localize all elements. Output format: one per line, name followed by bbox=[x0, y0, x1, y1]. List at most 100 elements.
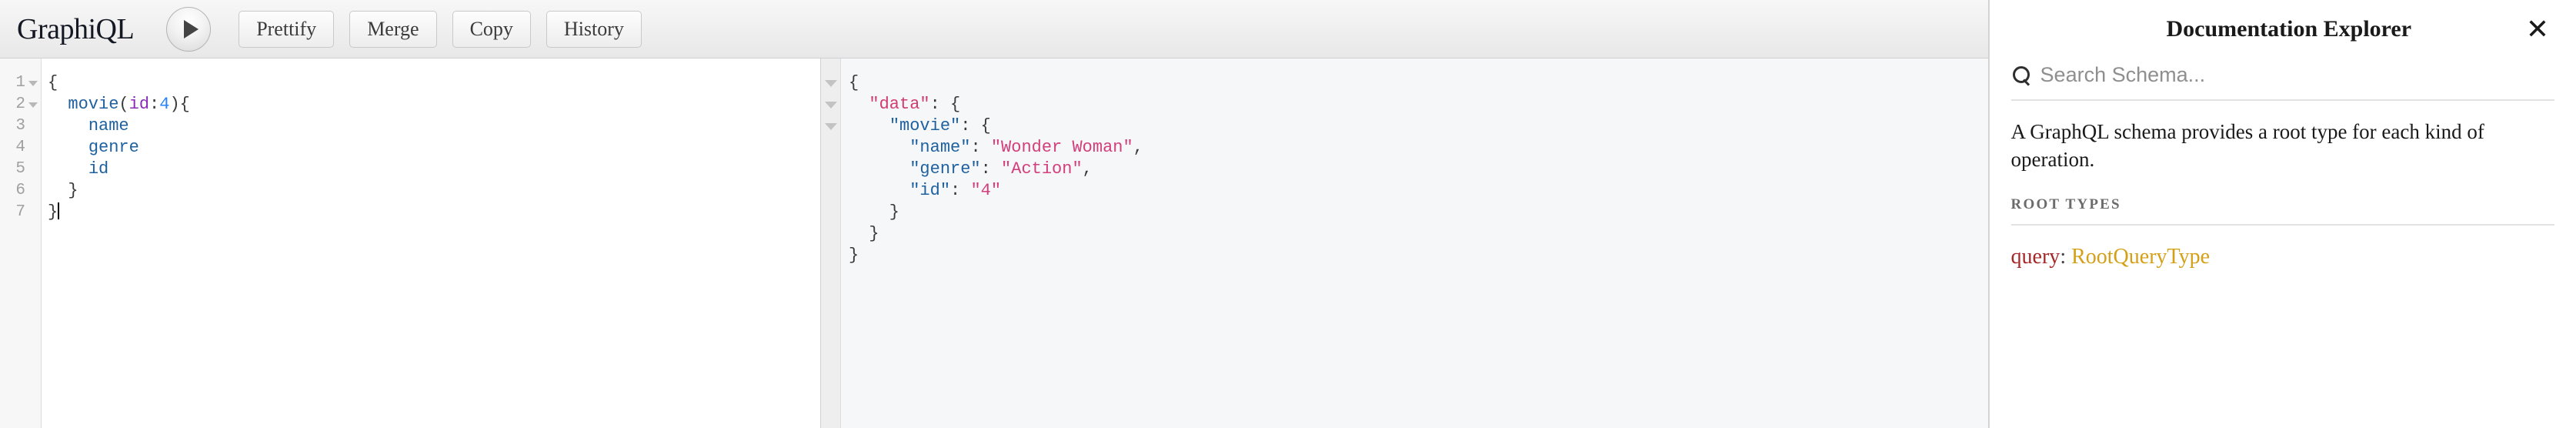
code-token: ) bbox=[169, 95, 180, 114]
result-token: "movie" bbox=[889, 116, 961, 135]
result-token: : bbox=[970, 138, 991, 157]
toolbar-button-group: Prettify Merge Copy History bbox=[239, 10, 657, 48]
execute-query-button[interactable] bbox=[166, 6, 212, 52]
result-token: } bbox=[849, 202, 900, 222]
schema-search-input[interactable]: Search Schema... bbox=[2010, 59, 2554, 101]
result-token: "Action" bbox=[1001, 159, 1083, 179]
code-token: } bbox=[48, 202, 58, 222]
schema-search-placeholder: Search Schema... bbox=[2040, 63, 2206, 86]
line-number: 2 bbox=[0, 94, 41, 115]
query-line-numbers: 12 3 4 5 6 7 bbox=[0, 59, 42, 428]
graphiql-main: GraphiQL Prettify Merge Copy History 12 3 4 5 6… bbox=[0, 0, 1989, 428]
result-fold-gutter[interactable] bbox=[821, 59, 841, 428]
fold-caret-icon[interactable] bbox=[824, 122, 837, 130]
result-token: { bbox=[849, 73, 859, 92]
result-fold-row bbox=[821, 115, 840, 137]
copy-button[interactable]: Copy bbox=[452, 10, 531, 48]
history-button[interactable]: History bbox=[546, 10, 642, 48]
result-token: : { bbox=[929, 95, 961, 114]
result-token: "name" bbox=[909, 138, 971, 157]
result-viewer-code: { "data": { "movie": { "name": "Wonder W… bbox=[841, 59, 1988, 428]
code-line: movie(id:4){ bbox=[48, 94, 820, 115]
result-fold-row bbox=[821, 202, 840, 223]
fold-caret-icon[interactable] bbox=[824, 101, 837, 109]
editors-area: 1234567 { movie(id:4){ name genre id }} … bbox=[0, 59, 1988, 428]
root-type-separator: : bbox=[2060, 245, 2072, 269]
graphiql-window: GraphiQL Prettify Merge Copy History 12 3 4 5 6… bbox=[0, 0, 2576, 428]
result-token: } bbox=[849, 246, 859, 265]
result-viewer-pane[interactable]: { "data": { "movie": { "name": "Wonder W… bbox=[821, 59, 1988, 428]
result-token: , bbox=[1082, 159, 1093, 179]
search-icon bbox=[2011, 65, 2031, 85]
line-number: 1 bbox=[0, 72, 41, 94]
graphiql-logo: GraphiQL bbox=[17, 12, 135, 45]
result-line: } bbox=[849, 245, 1988, 266]
result-line: "name": "Wonder Woman", bbox=[849, 137, 1988, 159]
query-editor-pane[interactable]: 12 3 4 5 6 7 { movie(id:4){ name genre id }} bbox=[0, 59, 821, 428]
result-line: "genre": "Action", bbox=[849, 159, 1988, 180]
close-icon[interactable]: ✕ bbox=[2521, 12, 2554, 46]
code-line: id bbox=[48, 159, 820, 180]
code-line: } bbox=[48, 180, 820, 202]
code-token: name bbox=[88, 116, 129, 135]
toolbar: GraphiQL Prettify Merge Copy History bbox=[0, 0, 1988, 59]
result-token: : bbox=[950, 181, 971, 200]
root-type-name[interactable]: RootQueryType bbox=[2071, 245, 2210, 269]
result-token: : bbox=[980, 159, 1002, 179]
root-type-entry[interactable]: query: RootQueryType bbox=[2011, 244, 2554, 270]
line-number: 6 bbox=[15, 182, 25, 199]
result-line: } bbox=[849, 202, 1988, 223]
result-fold-row bbox=[821, 180, 840, 202]
code-token: 4 bbox=[159, 95, 170, 114]
fold-caret-icon[interactable] bbox=[28, 102, 38, 108]
result-token bbox=[849, 159, 909, 179]
doc-explorer-title: Documentation Explorer bbox=[2166, 16, 2412, 42]
code-token: movie bbox=[68, 95, 119, 114]
text-cursor bbox=[58, 202, 60, 219]
code-token: } bbox=[48, 181, 78, 200]
result-token: "Wonder Woman" bbox=[990, 138, 1133, 157]
line-number: 7 bbox=[15, 203, 25, 221]
result-token bbox=[849, 138, 909, 157]
line-number: 5 bbox=[15, 160, 25, 178]
result-line: "movie": { bbox=[849, 115, 1988, 137]
fold-caret-icon[interactable] bbox=[824, 79, 837, 87]
result-fold-row bbox=[821, 72, 840, 94]
doc-explorer-body: Search Schema... A GraphQL schema provid… bbox=[1990, 59, 2576, 428]
fold-caret-icon[interactable] bbox=[28, 80, 38, 86]
code-token: : bbox=[149, 95, 160, 114]
result-line: } bbox=[849, 223, 1988, 245]
result-token: } bbox=[849, 224, 879, 243]
result-fold-row bbox=[821, 159, 840, 180]
result-token: : { bbox=[960, 116, 991, 135]
line-number: 4 bbox=[15, 139, 25, 156]
line-number: 3 bbox=[15, 117, 25, 135]
code-token: { bbox=[48, 73, 58, 92]
result-token bbox=[849, 95, 869, 114]
result-token: "genre" bbox=[909, 159, 981, 179]
schema-description: A GraphQL schema provides a root type fo… bbox=[2010, 120, 2484, 172]
prettify-button[interactable]: Prettify bbox=[239, 10, 335, 48]
root-types-list: query: RootQueryType bbox=[2011, 226, 2554, 270]
result-line: "data": { bbox=[849, 94, 1988, 115]
result-token bbox=[849, 116, 889, 135]
result-token: "data" bbox=[869, 95, 930, 114]
code-token: id bbox=[128, 95, 150, 114]
documentation-explorer: Documentation Explorer ✕ Search Schema..… bbox=[1988, 0, 2576, 428]
code-line: genre bbox=[48, 137, 820, 159]
query-editor-code[interactable]: { movie(id:4){ name genre id }} bbox=[42, 59, 820, 428]
result-token bbox=[849, 181, 909, 200]
result-fold-row bbox=[821, 94, 840, 115]
result-token: "4" bbox=[970, 181, 1002, 200]
code-token: genre bbox=[88, 138, 139, 157]
result-fold-row bbox=[821, 137, 840, 159]
merge-button[interactable]: Merge bbox=[349, 10, 437, 48]
doc-explorer-header: Documentation Explorer ✕ bbox=[1989, 0, 2576, 59]
root-type-field[interactable]: query bbox=[2011, 245, 2060, 269]
code-line: } bbox=[48, 202, 820, 223]
result-fold-row bbox=[821, 245, 840, 266]
